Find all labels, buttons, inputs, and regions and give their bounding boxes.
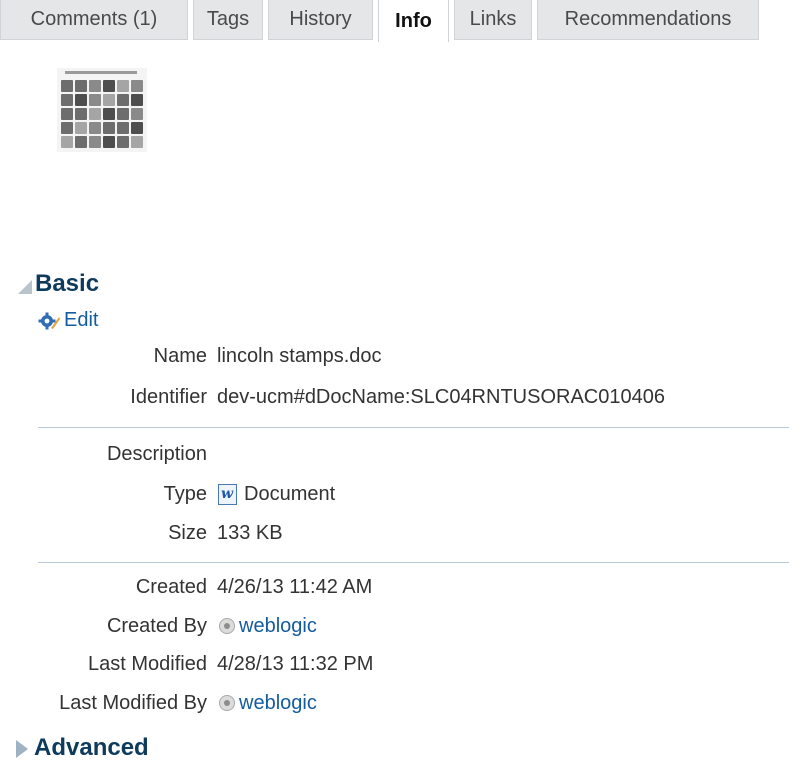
last-modified-label: Last Modified [88,652,207,675]
collapsed-triangle-icon [16,740,28,758]
thumbnail-caption-line [65,71,137,74]
identifier-label: Identifier [130,385,207,408]
tab-recommendations[interactable]: Recommendations [537,0,759,40]
size-value: 133 KB [217,521,283,544]
name-value: lincoln stamps.doc [217,344,382,367]
edit-link[interactable]: Edit [38,309,98,332]
tab-comments[interactable]: Comments (1) [0,0,188,40]
last-modified-value: 4/28/13 11:32 PM [217,652,374,675]
last-modified-by-row: Last Modified By weblogic [0,690,317,716]
user-presence-icon [219,695,235,711]
tab-history[interactable]: History [268,0,373,40]
name-label: Name [153,344,207,367]
edit-gear-icon [38,312,60,329]
description-row: Description [0,441,217,467]
identifier-value: dev-ucm#dDocName:SLC04RNTUSORAC010406 [217,385,665,408]
description-label: Description [106,442,207,465]
type-value: Document [244,482,336,505]
expanded-triangle-icon [18,280,32,294]
last-modified-by-user-link[interactable]: weblogic [239,692,317,715]
document-thumbnail[interactable] [57,68,147,152]
created-by-label: Created By [106,614,207,637]
last-modified-by-label: Last Modified By [59,691,207,714]
tab-info[interactable]: Info [378,0,449,42]
created-value: 4/26/13 11:42 AM [217,575,373,598]
divider [38,562,789,563]
basic-section-header[interactable]: Basic [18,270,99,298]
created-row: Created 4/26/13 11:42 AM [0,574,372,600]
user-presence-icon [219,618,235,634]
basic-section-title: Basic [35,270,100,297]
identifier-row: Identifier dev-ucm#dDocName:SLC04RNTUSOR… [0,384,665,410]
tab-links[interactable]: Links [454,0,532,40]
advanced-section-header[interactable]: Advanced [16,734,149,762]
tab-tags[interactable]: Tags [193,0,263,40]
created-label: Created [135,575,207,598]
tab-strip: Comments (1) Tags History Info Links Rec… [0,0,804,42]
type-label: Type [163,482,207,505]
divider [38,427,789,428]
size-label: Size [168,521,207,544]
size-row: Size 133 KB [0,520,283,546]
created-by-user-link[interactable]: weblogic [239,615,317,638]
thumbnail-stamp-grid [61,80,143,148]
type-row: Type w Document [0,481,335,507]
name-row: Name lincoln stamps.doc [0,343,382,369]
word-document-icon: w [218,483,237,505]
advanced-section-title: Advanced [34,734,149,761]
created-by-row: Created By weblogic [0,613,317,639]
last-modified-row: Last Modified 4/28/13 11:32 PM [0,651,373,677]
edit-label: Edit [64,309,99,331]
